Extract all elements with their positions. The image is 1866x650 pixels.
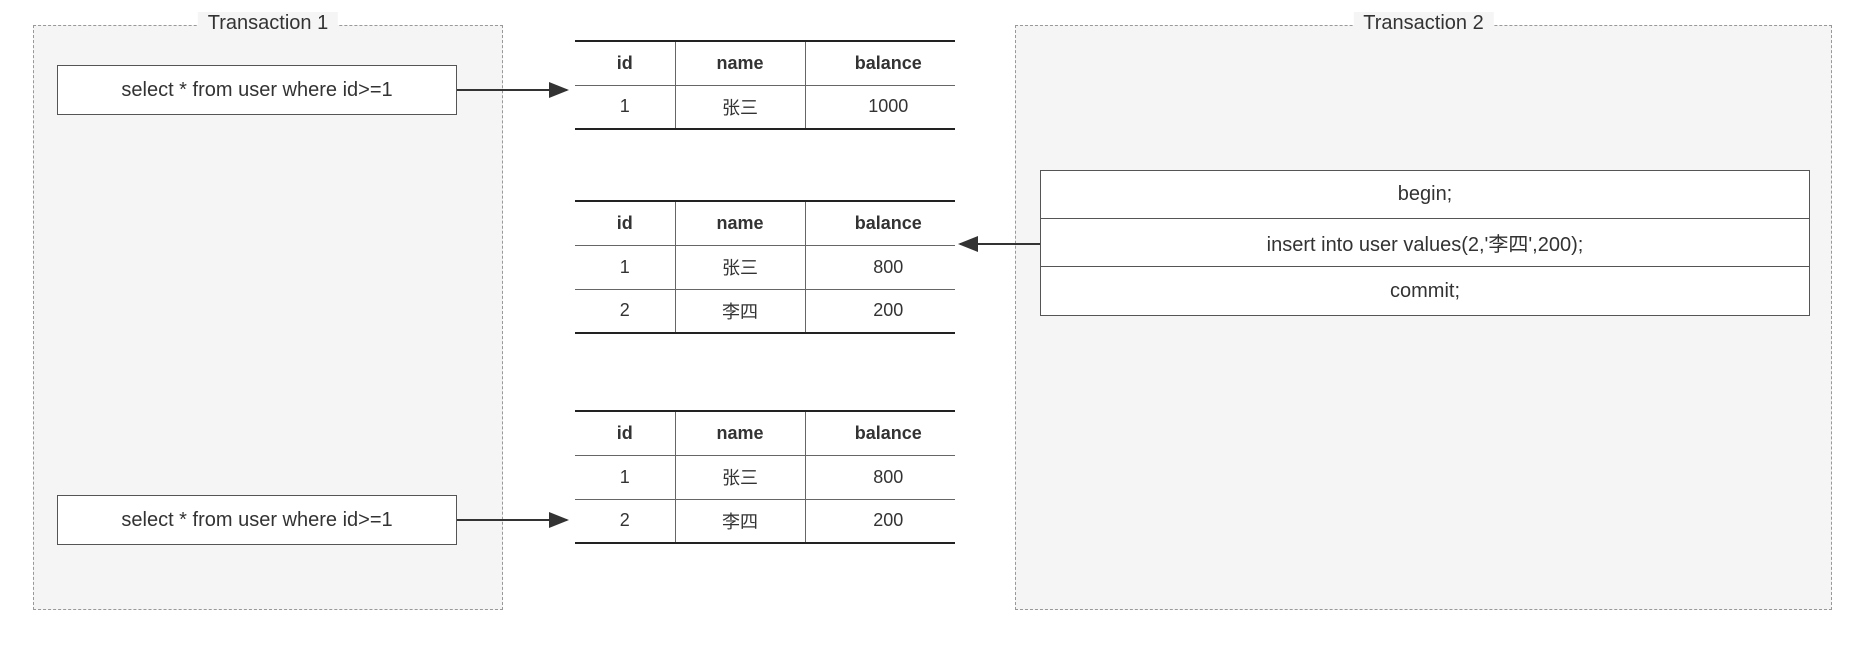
table-row: 2 李四 200 — [575, 289, 955, 333]
table-header: id name balance — [575, 201, 955, 245]
t1-select-statement-2: select * from user where id>=1 — [57, 495, 457, 545]
result-table-2: id name balance 1 张三 800 2 李四 200 — [575, 200, 955, 334]
table-row: 1 张三 800 — [575, 455, 955, 499]
result-table-3: id name balance 1 张三 800 2 李四 200 — [575, 410, 955, 544]
insert-statement: insert into user values(2,'李四',200); — [1041, 219, 1809, 267]
sql-text: select * from user where id>=1 — [121, 509, 392, 532]
table-header: id name balance — [575, 411, 955, 455]
table-row: 2 李四 200 — [575, 499, 955, 543]
transaction-1-title: Transaction 1 — [198, 12, 338, 35]
arrow-icon — [457, 80, 577, 100]
table-row: 1 张三 800 — [575, 245, 955, 289]
transaction-2-panel: Transaction 2 — [1015, 25, 1832, 610]
table-row: 1 张三 1000 — [575, 85, 955, 129]
arrow-icon — [955, 234, 1045, 254]
arrow-icon — [457, 510, 577, 530]
result-table-1: id name balance 1 张三 1000 — [575, 40, 955, 130]
t1-select-statement-1: select * from user where id>=1 — [57, 65, 457, 115]
begin-statement: begin; — [1041, 171, 1809, 219]
commit-statement: commit; — [1041, 267, 1809, 315]
table-header: id name balance — [575, 41, 955, 85]
transaction-2-statements: begin; insert into user values(2,'李四',20… — [1040, 170, 1810, 316]
sql-text: select * from user where id>=1 — [121, 79, 392, 102]
transaction-2-title: Transaction 2 — [1353, 12, 1493, 35]
